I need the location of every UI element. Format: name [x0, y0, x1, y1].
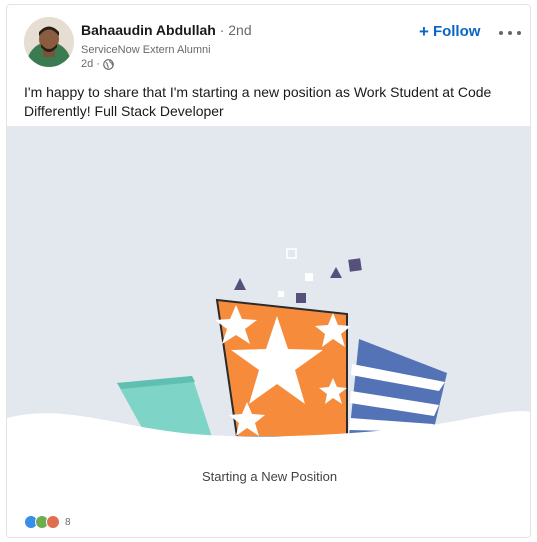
post-time: 2d · [81, 58, 100, 70]
blue-gift-icon [349, 339, 447, 437]
confetti-icon [234, 248, 362, 303]
reaction-count[interactable]: 8 [65, 517, 71, 528]
post-meta: 2d · [81, 58, 114, 70]
connection-degree: · 2nd [219, 22, 252, 38]
post-image[interactable]: Starting a New Position [7, 126, 530, 506]
more-options-button[interactable] [499, 28, 521, 38]
love-reaction-icon [46, 515, 60, 529]
feed-post-card: Bahaaudin Abdullah · 2nd ServiceNow Exte… [6, 4, 531, 538]
new-position-illustration [7, 248, 530, 506]
dot-icon [517, 31, 521, 35]
author-avatar[interactable] [24, 17, 74, 67]
globe-icon [103, 58, 114, 70]
reaction-icons [24, 515, 61, 529]
author-name-row[interactable]: Bahaaudin Abdullah · 2nd [81, 22, 252, 38]
post-text: I'm happy to share that I'm starting a n… [24, 84, 492, 119]
social-counts[interactable]: 8 [24, 515, 71, 529]
avatar-photo [24, 17, 74, 67]
dot-icon [508, 31, 512, 35]
media-caption: Starting a New Position [201, 469, 338, 484]
author-name[interactable]: Bahaaudin Abdullah [81, 22, 216, 38]
orange-gift-icon [215, 298, 351, 438]
follow-label: Follow [432, 23, 481, 40]
plus-icon: + [419, 22, 429, 41]
follow-button[interactable]: + Follow [419, 23, 480, 40]
dot-icon [499, 31, 503, 35]
author-headline: ServiceNow Extern Alumni [81, 44, 211, 56]
